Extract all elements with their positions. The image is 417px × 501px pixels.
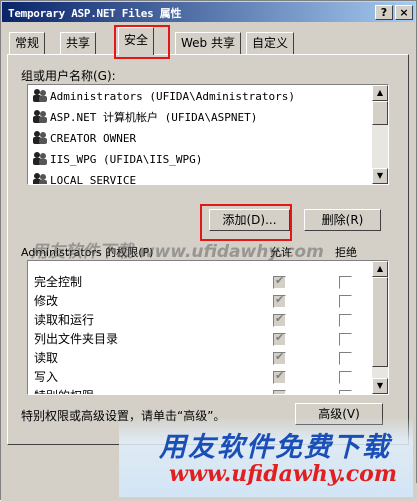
checkmark-icon: ✔	[275, 331, 285, 344]
permission-row: 读取	[34, 349, 58, 368]
scroll-thumb[interactable]	[372, 101, 388, 125]
permission-name: 读取	[34, 351, 59, 365]
permission-name: 读取和运行	[34, 313, 95, 327]
tab-general[interactable]: 常规	[9, 32, 46, 54]
allow-checkbox[interactable]: ✔	[273, 312, 286, 327]
properties-dialog: Temporary ASP.NET Files 属性 ? × 常规 共享 安全 …	[0, 0, 417, 501]
user-name: IIS_WPG (UFIDA\IIS_WPG)	[50, 153, 203, 166]
scroll-down-icon[interactable]: ▼	[372, 168, 388, 184]
users-scrollbar[interactable]: ▲ ▼	[372, 85, 388, 184]
checkmark-icon: ✔	[275, 293, 285, 306]
perm-scroll-up-icon[interactable]: ▲	[372, 261, 388, 277]
help-button[interactable]: ?	[375, 5, 393, 20]
deny-checkbox[interactable]	[339, 352, 352, 365]
permissions-list: 完全控制 ✔ 修改 ✔ 读取和运行 ✔ 列出文件夹目录 ✔ 读取 ✔ 写入 ✔ 特别的权限 ▲ ▼	[27, 260, 389, 395]
deny-checkbox[interactable]	[339, 333, 352, 346]
checkmark-icon: ✔	[275, 312, 285, 325]
allow-checkbox[interactable]: ✔	[273, 369, 286, 384]
permission-row: 写入	[34, 368, 58, 387]
user-list-item[interactable]: LOCAL SERVICE	[32, 171, 137, 185]
checkmark-icon: ✔	[275, 350, 285, 363]
user-group-icon	[33, 173, 47, 184]
user-group-icon	[33, 131, 47, 144]
user-group-icon	[33, 110, 47, 123]
allow-checkbox[interactable]: ✔	[273, 274, 286, 289]
permission-name: 列出文件夹目录	[34, 332, 119, 346]
deny-checkbox[interactable]	[339, 295, 352, 308]
remove-button[interactable]: 删除(R)	[304, 209, 381, 231]
title-bar[interactable]: Temporary ASP.NET Files 属性 ? ×	[2, 2, 415, 22]
deny-checkbox[interactable]	[339, 390, 352, 394]
user-list-item[interactable]: Administrators (UFIDA\Administrators)	[32, 87, 295, 107]
permission-name: 特别的权限	[34, 389, 94, 394]
tab-web-sharing[interactable]: Web 共享	[175, 32, 241, 54]
watermark-url: www.ufidawhy.com	[169, 461, 398, 487]
perm-scroll-thumb[interactable]	[372, 277, 388, 367]
deny-checkbox[interactable]	[339, 371, 352, 384]
watermark-middle: 用友软件下载 www.ufidawhy.com	[31, 242, 324, 262]
close-button[interactable]: ×	[395, 5, 413, 20]
checkmark-icon: ✔	[275, 274, 285, 287]
user-group-icon	[33, 89, 47, 102]
allow-checkbox[interactable]: ✔	[273, 350, 286, 365]
permission-name: 写入	[34, 370, 59, 384]
scroll-up-icon[interactable]: ▲	[372, 85, 388, 101]
tab-sharing[interactable]: 共享	[60, 32, 97, 54]
user-list-item[interactable]: CREATOR OWNER	[32, 129, 136, 149]
user-name: ASP.NET 计算机帐户 (UFIDA\ASPNET)	[50, 111, 258, 124]
permission-row: 完全控制	[34, 273, 82, 292]
permission-name: 修改	[34, 294, 59, 308]
allow-checkbox[interactable]	[273, 390, 286, 394]
deny-checkbox[interactable]	[339, 276, 352, 289]
permission-row: 读取和运行	[34, 311, 94, 330]
permissions-scrollbar[interactable]: ▲ ▼	[372, 261, 388, 394]
user-name: CREATOR OWNER	[50, 132, 137, 145]
users-label: 组或用户名称(G):	[21, 69, 116, 83]
users-list[interactable]: Administrators (UFIDA\Administrators) ASP…	[27, 84, 389, 185]
watermark-title: 用友软件免费下载	[159, 432, 391, 463]
checkmark-icon: ✔	[275, 369, 285, 382]
user-name: Administrators (UFIDA\Administrators)	[50, 90, 296, 103]
tab-custom[interactable]: 自定义	[246, 32, 295, 54]
add-button[interactable]: 添加(D)...	[209, 209, 290, 231]
user-name: LOCAL SERVICE	[50, 174, 137, 185]
tab-security[interactable]: 安全	[118, 27, 155, 55]
permission-row: 修改	[34, 292, 58, 311]
permission-row: 特别的权限	[34, 387, 94, 394]
window-title: Temporary ASP.NET Files 属性	[8, 7, 182, 20]
user-list-item[interactable]: IIS_WPG (UFIDA\IIS_WPG)	[32, 150, 202, 170]
perm-scroll-down-icon[interactable]: ▼	[372, 378, 388, 394]
allow-checkbox[interactable]: ✔	[273, 293, 286, 308]
deny-column-header: 拒绝	[335, 246, 357, 259]
user-list-item[interactable]: ASP.NET 计算机帐户 (UFIDA\ASPNET)	[32, 108, 257, 128]
permission-name: 完全控制	[34, 275, 83, 289]
user-group-icon	[33, 152, 47, 165]
permission-row: 列出文件夹目录	[34, 330, 118, 349]
deny-checkbox[interactable]	[339, 314, 352, 327]
allow-checkbox[interactable]: ✔	[273, 331, 286, 346]
